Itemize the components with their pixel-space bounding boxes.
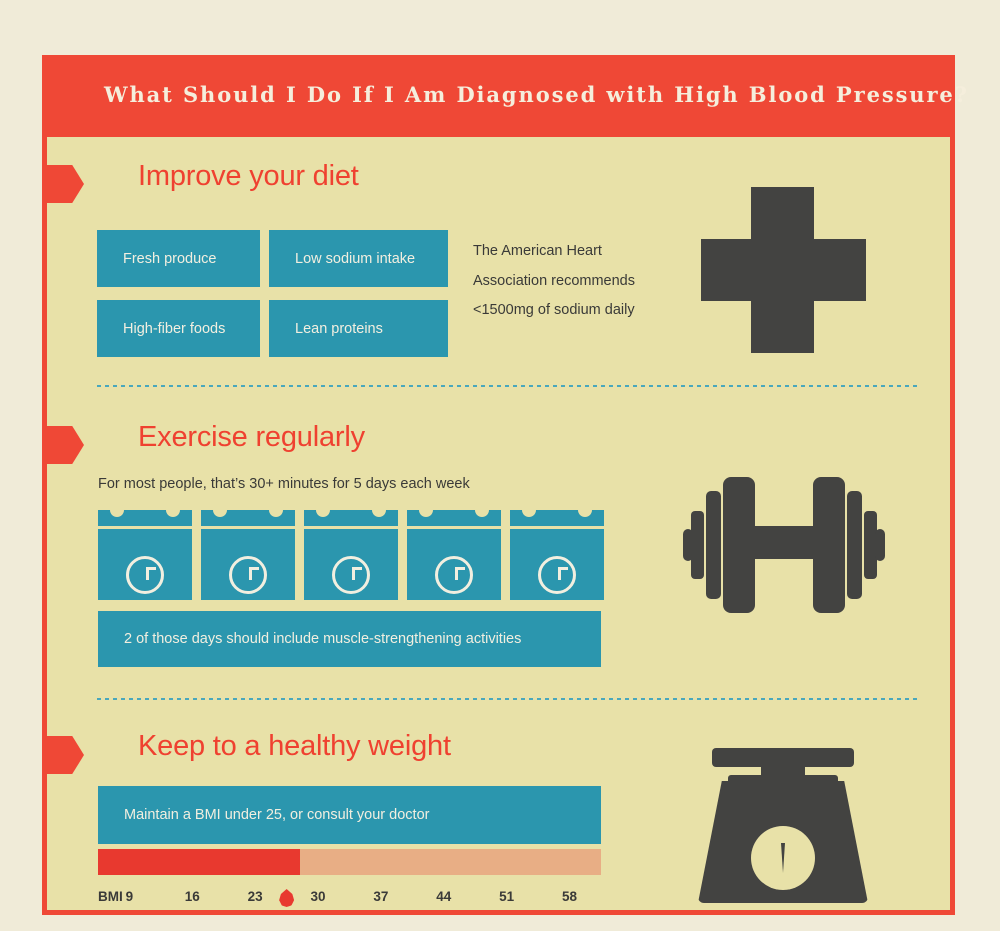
clock-hand-horizontal: [146, 567, 156, 570]
calendar-notch-right: [475, 503, 489, 517]
clock-hand-horizontal: [249, 567, 259, 570]
exercise-day-calendars: [98, 503, 604, 600]
calendar-top-bar: [407, 503, 501, 526]
section-marker-weight: [42, 736, 84, 774]
dumbbell-cap-right: [875, 529, 885, 561]
bmi-marker-droplet-icon: [279, 889, 295, 907]
diet-tile-lean-proteins[interactable]: Lean proteins: [269, 300, 448, 357]
calendar-body: [407, 529, 501, 600]
scale-needle: [781, 843, 785, 873]
bmi-axis: BMI 9 16 23 30 37 44 51 58: [98, 889, 628, 909]
calendar-body: [510, 529, 604, 600]
calendar-clock-icon: [201, 503, 295, 600]
clock-hand-horizontal: [352, 567, 362, 570]
clock-hand-horizontal: [455, 567, 465, 570]
muscle-strengthening-banner[interactable]: 2 of those days should include muscle-st…: [98, 611, 601, 667]
calendar-clock-icon: [304, 503, 398, 600]
bmi-tick-51: 51: [499, 889, 515, 904]
diet-tile-fresh-produce[interactable]: Fresh produce: [97, 230, 260, 287]
calendar-clock-icon: [98, 503, 192, 600]
calendar-top-bar: [98, 503, 192, 526]
header-bar: What Should I Do If I Am Diagnosed with …: [42, 55, 967, 137]
bmi-tick-9: 9: [125, 889, 134, 904]
calendar-clock-icon: [407, 503, 501, 600]
calendar-top-bar: [304, 503, 398, 526]
calendar-notch-right: [372, 503, 386, 517]
bmi-axis-label: BMI: [98, 889, 123, 904]
calendar-body: [304, 529, 398, 600]
calendar-notch-right: [269, 503, 283, 517]
bmi-tick-23: 23: [247, 889, 263, 904]
section-heading-exercise: Exercise regularly: [138, 421, 365, 453]
clock-hand-horizontal: [558, 567, 568, 570]
section-marker-diet: [42, 165, 84, 203]
sodium-recommendation-note: The American Heart Association recommend…: [473, 243, 635, 318]
dumbbell-plate-medium-left: [706, 491, 721, 599]
bmi-tick-58: 58: [562, 889, 578, 904]
calendar-notch-right: [166, 503, 180, 517]
clock-circle-icon: [538, 556, 576, 594]
calendar-body: [201, 529, 295, 600]
calendar-notch-left: [419, 503, 433, 517]
dumbbell-plate-large-right: [813, 477, 845, 613]
calendar-notch-left: [522, 503, 536, 517]
infographic-panel: What Should I Do If I Am Diagnosed with …: [42, 55, 967, 915]
bmi-tick-30: 30: [310, 889, 326, 904]
dumbbell-plate-medium-right: [847, 491, 862, 599]
section-heading-weight: Keep to a healthy weight: [138, 730, 451, 762]
bmi-tick-37: 37: [373, 889, 389, 904]
section-heading-diet: Improve your diet: [138, 160, 359, 192]
exercise-subtitle: For most people, that’s 30+ minutes for …: [98, 476, 470, 492]
dumbbell-plate-small-left: [691, 511, 704, 579]
calendar-top-bar: [201, 503, 295, 526]
divider-exercise-weight: [97, 698, 920, 700]
diet-tile-high-fiber-foods[interactable]: High-fiber foods: [97, 300, 260, 357]
clock-circle-icon: [229, 556, 267, 594]
calendar-top-bar: [510, 503, 604, 526]
bmi-advice-banner[interactable]: Maintain a BMI under 25, or consult your…: [98, 786, 601, 844]
bmi-tick-16: 16: [184, 889, 200, 904]
calendar-notch-left: [316, 503, 330, 517]
medical-cross-icon: [701, 187, 866, 353]
bmi-tick-44: 44: [436, 889, 452, 904]
clock-circle-icon: [435, 556, 473, 594]
calendar-notch-right: [578, 503, 592, 517]
calendar-clock-icon: [510, 503, 604, 600]
divider-diet-exercise: [97, 385, 920, 387]
diet-tile-low-sodium-intake[interactable]: Low sodium intake: [269, 230, 448, 287]
calendar-notch-left: [110, 503, 124, 517]
page-title: What Should I Do If I Am Diagnosed with …: [104, 82, 969, 107]
clock-circle-icon: [126, 556, 164, 594]
calendar-notch-left: [213, 503, 227, 517]
clock-circle-icon: [332, 556, 370, 594]
cross-horizontal-bar: [701, 239, 866, 301]
kitchen-scale-icon: [698, 748, 868, 903]
bmi-scale-bar-fill: [98, 849, 301, 875]
bmi-scale-bar: [98, 849, 601, 875]
calendar-body: [98, 529, 192, 600]
section-marker-exercise: [42, 426, 84, 464]
dumbbell-icon: [683, 471, 885, 619]
